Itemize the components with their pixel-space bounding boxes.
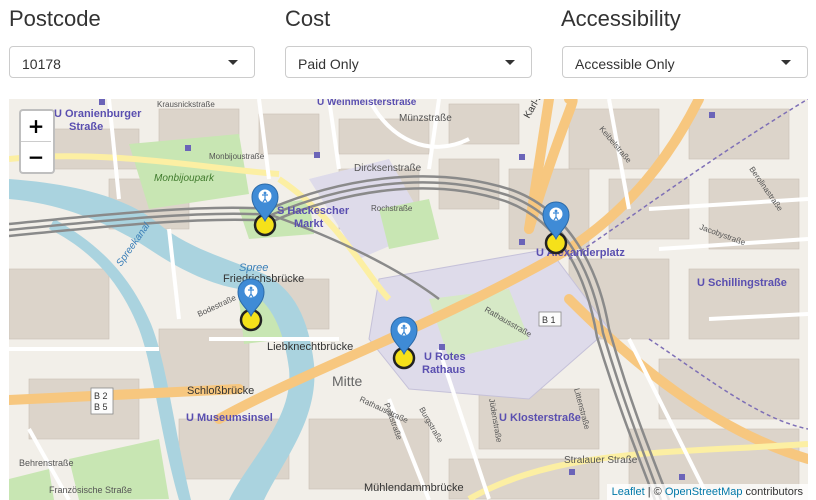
accessibility-select-value: Accessible Only — [575, 56, 675, 72]
map-attribution: Leaflet | © OpenStreetMap contributors — [606, 484, 808, 500]
accessibility-label: Accessibility — [561, 6, 681, 31]
marker-rotes-rathaus[interactable] — [389, 315, 419, 370]
cost-select-value: Paid Only — [298, 56, 359, 72]
leaflet-link[interactable]: Leaflet — [612, 486, 645, 498]
postcode-select-value: 10178 — [22, 56, 61, 72]
zoom-in-button[interactable]: + — [21, 111, 51, 142]
map[interactable]: U Weinmeisterstraße U Oranienburger Stra… — [9, 99, 808, 500]
zoom-out-button[interactable]: − — [21, 142, 51, 172]
chevron-down-icon — [505, 60, 515, 65]
marker-alexanderplatz[interactable] — [541, 200, 571, 255]
marker-museumsinsel[interactable] — [236, 277, 266, 332]
chevron-down-icon — [228, 60, 238, 65]
chevron-down-icon — [781, 60, 791, 65]
postcode-label: Postcode — [9, 6, 101, 31]
cost-label: Cost — [285, 6, 331, 31]
cost-select[interactable]: Paid Only — [285, 46, 532, 78]
marker-hackescher-markt[interactable] — [250, 182, 280, 237]
attribution-separator: | © — [644, 486, 665, 498]
postcode-select[interactable]: 10178 — [9, 46, 255, 78]
osm-link[interactable]: OpenStreetMap — [665, 486, 743, 498]
markers-layer — [236, 182, 571, 370]
attribution-contributors: contributors — [742, 486, 803, 498]
zoom-control: + − — [19, 109, 55, 174]
accessibility-select[interactable]: Accessible Only — [562, 46, 808, 78]
